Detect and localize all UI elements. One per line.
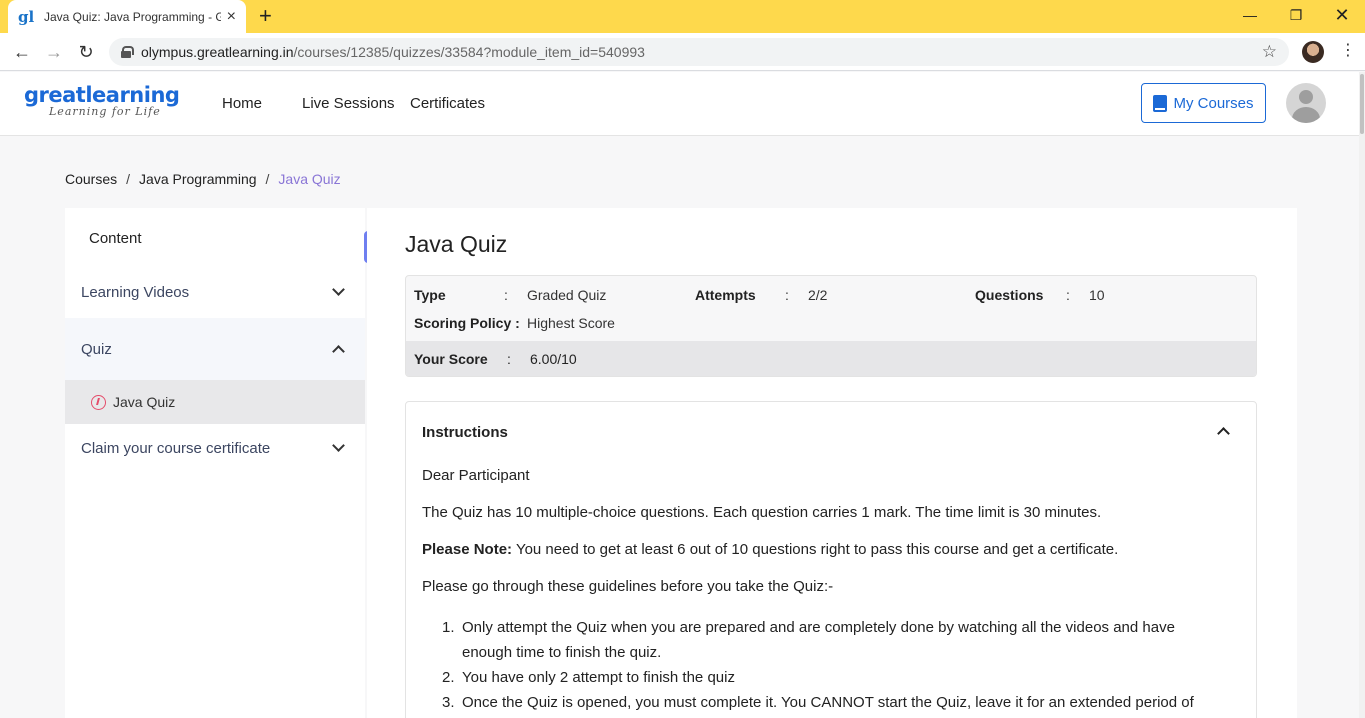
attempts-value: 2/2 (808, 287, 828, 303)
browser-toolbar: ← → ↻ olympus.greatlearning.in/courses/1… (0, 33, 1365, 71)
nav-home[interactable]: Home (222, 95, 262, 112)
url-path: /courses/12385/quizzes/33584?module_item… (293, 44, 645, 60)
list-text: Only attempt the Quiz when you are prepa… (462, 619, 1175, 661)
sidebar-item-label: Learning Videos (81, 283, 190, 301)
questions-label: Questions (975, 287, 1044, 303)
sidebar-title: Content (89, 230, 142, 247)
tab-title: Java Quiz: Java Programming - Gr (44, 9, 221, 24)
new-tab-icon[interactable]: + (259, 5, 272, 27)
sidebar-item-learning-videos[interactable]: Learning Videos (65, 266, 365, 318)
list-text: Once the Quiz is opened, you must comple… (462, 694, 1194, 711)
guidelines-list: 1. Only attempt the Quiz when you are pr… (422, 615, 1252, 715)
address-bar[interactable]: olympus.greatlearning.in/courses/12385/q… (109, 38, 1289, 66)
bookmark-star-icon[interactable]: ☆ (1262, 42, 1277, 62)
back-icon[interactable]: ← (11, 41, 33, 63)
your-score-value: 6.00/10 (530, 351, 577, 367)
list-item: 2. You have only 2 attempt to finish the… (422, 665, 1252, 690)
type-label: Type (414, 287, 446, 303)
reload-icon[interactable]: ↻ (75, 41, 97, 63)
type-value: Graded Quiz (527, 287, 607, 303)
instructions-greeting: Dear Participant (422, 467, 530, 484)
chevron-up-icon[interactable] (1217, 427, 1230, 440)
list-item: 3. Once the Quiz is opened, you must com… (422, 690, 1252, 715)
content-sidebar: Content Learning Videos Quiz Java Quiz C… (65, 208, 365, 718)
quiz-details: Type : Graded Quiz Attempts : 2/2 Questi… (405, 275, 1257, 377)
restore-window-icon[interactable]: ❐ (1273, 0, 1319, 30)
logo-tagline: Learning for Life (49, 105, 161, 118)
scoring-policy-label: Scoring Policy : (414, 315, 520, 331)
colon: : (1066, 287, 1070, 303)
sidebar-item-label: Claim your course certificate (81, 439, 271, 457)
colon: : (785, 287, 789, 303)
logo-main-text: greatlearning (24, 83, 180, 107)
list-text: You have only 2 attempt to finish the qu… (462, 669, 735, 686)
sidebar-item-claim-certificate[interactable]: Claim your course certificate (65, 424, 365, 472)
breadcrumb-courses[interactable]: Courses (65, 171, 117, 187)
page-scrollbar-thumb[interactable] (1360, 74, 1364, 134)
breadcrumb-separator: / (126, 171, 131, 187)
site-header: greatlearning Learning for Life Home Liv… (0, 72, 1365, 136)
list-number: 1. (442, 619, 455, 636)
breadcrumb-java-programming[interactable]: Java Programming (139, 171, 257, 187)
my-courses-label: My Courses (1173, 94, 1254, 112)
greatlearning-logo[interactable]: greatlearning Learning for Life (24, 83, 180, 118)
breadcrumb: Courses / Java Programming / Java Quiz (65, 171, 341, 187)
chevron-down-icon (332, 283, 345, 296)
browser-tabbar: gl Java Quiz: Java Programming - Gr × + … (0, 0, 1365, 33)
colon: : (507, 351, 511, 367)
instructions-heading[interactable]: Instructions (422, 424, 508, 441)
chevron-down-icon (332, 439, 345, 452)
attempts-label: Attempts (695, 287, 756, 303)
forward-icon[interactable]: → (43, 41, 65, 63)
lock-icon (121, 46, 134, 58)
browser-menu-icon[interactable]: ⋮ (1340, 42, 1356, 60)
instructions-panel: Instructions Dear Participant The Quiz h… (405, 401, 1257, 718)
list-item: 1. Only attempt the Quiz when you are pr… (422, 615, 1222, 665)
instructions-note: Please Note: You need to get at least 6 … (422, 541, 1118, 558)
chevron-up-icon (332, 345, 345, 358)
url-text: olympus.greatlearning.in/courses/12385/q… (141, 44, 645, 60)
browser-tab[interactable]: gl Java Quiz: Java Programming - Gr × (8, 0, 246, 33)
minimize-window-icon[interactable]: — (1227, 0, 1273, 30)
list-number: 2. (442, 669, 455, 686)
greatlearning-favicon-icon: gl (18, 7, 35, 26)
close-tab-icon[interactable]: × (227, 8, 236, 24)
my-courses-button[interactable]: My Courses (1141, 83, 1266, 123)
nav-certificates[interactable]: Certificates (410, 95, 485, 112)
browser-profile-avatar[interactable] (1302, 41, 1324, 63)
nav-live-sessions[interactable]: Live Sessions (302, 95, 395, 112)
close-window-icon[interactable]: ✕ (1319, 0, 1365, 30)
quiz-main-panel: Java Quiz Type : Graded Quiz Attempts : … (367, 208, 1297, 718)
url-host: olympus.greatlearning.in (141, 44, 294, 60)
quiz-details-row: Scoring Policy : Highest Score (406, 309, 1256, 337)
scoring-policy-value: Highest Score (527, 315, 615, 331)
your-score-row: Your Score : 6.00/10 (406, 341, 1256, 376)
sidebar-subitem-java-quiz[interactable]: Java Quiz (65, 380, 365, 424)
quiz-details-row: Type : Graded Quiz Attempts : 2/2 Questi… (406, 281, 1256, 309)
instructions-guidelines: Please go through these guidelines befor… (422, 578, 834, 595)
sidebar-item-quiz[interactable]: Quiz (65, 318, 365, 380)
quiz-icon (91, 394, 106, 410)
your-score-label: Your Score (414, 351, 488, 367)
instructions-paragraph: The Quiz has 10 multiple-choice question… (422, 504, 1102, 521)
colon: : (504, 287, 508, 303)
questions-value: 10 (1089, 287, 1105, 303)
list-number: 3. (442, 694, 455, 711)
breadcrumb-java-quiz: Java Quiz (278, 171, 341, 187)
note-label: Please Note: (422, 541, 513, 558)
page-title: Java Quiz (405, 231, 508, 257)
user-avatar[interactable] (1286, 83, 1326, 123)
note-text: You need to get at least 6 out of 10 que… (512, 541, 1119, 558)
page-scrollbar[interactable] (1359, 72, 1365, 718)
sidebar-item-label: Quiz (81, 340, 112, 358)
sidebar-subitem-label: Java Quiz (113, 394, 176, 410)
book-icon (1153, 94, 1168, 112)
breadcrumb-separator: / (265, 171, 270, 187)
